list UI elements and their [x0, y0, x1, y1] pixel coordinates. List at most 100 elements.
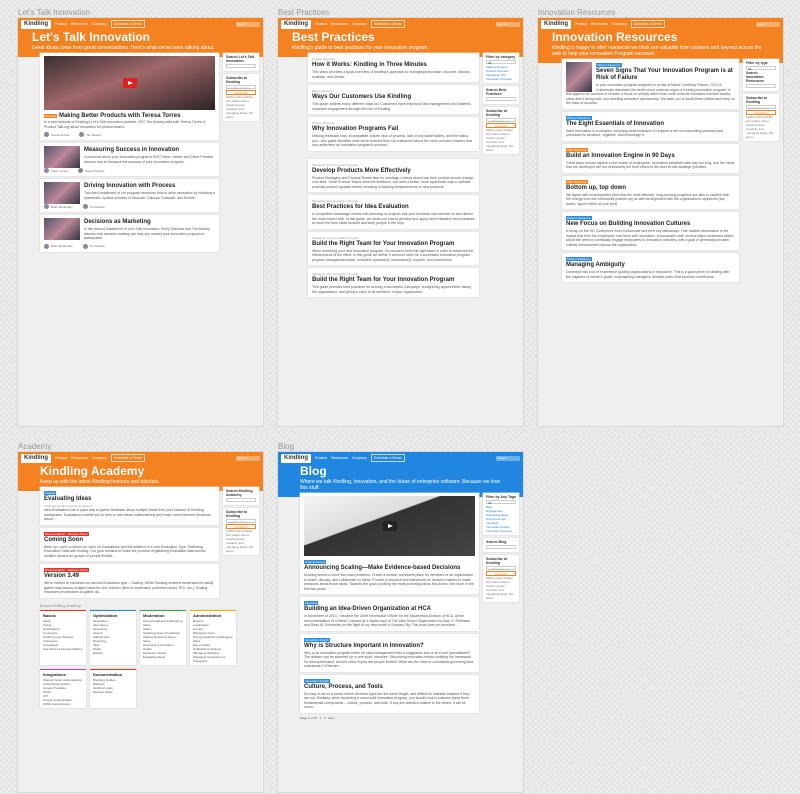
- category-link[interactable]: Giving Feedback & Managing Ideas: [193, 635, 233, 643]
- post-tag[interactable]: Web Resource: [566, 147, 588, 152]
- nav-product[interactable]: Product: [315, 22, 327, 26]
- nav-resources[interactable]: Resources: [331, 22, 348, 26]
- search-input[interactable]: [486, 97, 516, 101]
- category-link[interactable]: Giving Feedback & Managing Ideas: [143, 619, 183, 627]
- video-player[interactable]: [304, 496, 475, 556]
- schedule-demo-button[interactable]: Schedule a Demo: [370, 20, 405, 28]
- post-category[interactable]: Product Success: [312, 121, 475, 125]
- category-title[interactable]: Administration: [193, 613, 233, 618]
- play-icon[interactable]: [122, 78, 137, 88]
- category-title[interactable]: Optimization: [93, 613, 133, 618]
- kindling-logo[interactable]: Kindling: [21, 453, 51, 463]
- post-title[interactable]: Best Practices for Idea Evaluation: [312, 204, 475, 211]
- post-title[interactable]: Ways Our Customers Use Kindling: [312, 94, 475, 101]
- category-title[interactable]: Basics: [43, 613, 83, 618]
- post-title[interactable]: Coming Soon: [44, 537, 215, 544]
- nav-search-input[interactable]: Search: [236, 455, 260, 461]
- post-thumbnail[interactable]: [566, 62, 592, 92]
- category-link[interactable]: Essays: [93, 651, 133, 655]
- kindling-logo[interactable]: Kindling: [21, 19, 51, 29]
- search-input[interactable]: [226, 498, 256, 502]
- post-title[interactable]: Build the Right Team for Your Innovation…: [312, 241, 475, 248]
- category-link[interactable]: Sharing Decisions about Ideas: [143, 635, 183, 643]
- post-tag[interactable]: Partner Resource: [566, 115, 592, 120]
- kindling-logo[interactable]: Kindling: [281, 453, 311, 463]
- nav-resources[interactable]: Resources: [71, 456, 88, 460]
- author[interactable]: Tim Mosely: [79, 132, 101, 137]
- post-title[interactable]: New Focus on Building Innovation Culture…: [566, 221, 735, 228]
- nav-resources[interactable]: Resources: [591, 22, 608, 26]
- featured-post-card[interactable]: Announcement Announcing Scaling—Make Evi…: [300, 493, 479, 594]
- post-title[interactable]: Bottom up, top down: [566, 185, 735, 192]
- post-card[interactable]: Driving Innovation with Process This thi…: [40, 179, 219, 212]
- post-card[interactable]: Partner Resource New Focus on Building I…: [562, 212, 739, 250]
- post-category[interactable]: Managing Your Innovation Program: [312, 163, 475, 167]
- author[interactable]: Brian Mcdonahy: [44, 204, 73, 209]
- post-tag[interactable]: Web Resource: [566, 179, 588, 184]
- category-title[interactable]: Documentation: [93, 672, 133, 677]
- category-title[interactable]: Integrations: [43, 672, 83, 677]
- post-title[interactable]: Develop Products More Effectively: [312, 168, 475, 175]
- schedule-demo-button[interactable]: Schedule a Demo: [110, 454, 145, 462]
- search-input[interactable]: [226, 64, 256, 68]
- post-title[interactable]: Announcing Scaling—Make Evidence-based D…: [304, 565, 475, 572]
- author[interactable]: Tim Mosely: [82, 204, 105, 209]
- post-tag[interactable]: Innovation Insight: [304, 637, 330, 642]
- post-title[interactable]: The Eight Essentials of Innovation: [566, 121, 735, 128]
- post-tag[interactable]: Partner Resource: [566, 257, 592, 261]
- nav-search-input[interactable]: Search: [496, 455, 520, 461]
- author[interactable]: Karen Jones: [44, 168, 68, 173]
- author[interactable]: Teresa Torres: [44, 132, 69, 137]
- author[interactable]: Steve Prentice: [77, 168, 104, 173]
- post-tag[interactable]: Feature: [44, 491, 57, 495]
- post-thumbnail[interactable]: [44, 182, 80, 204]
- post-title[interactable]: Version 3.49: [44, 573, 215, 580]
- post-card[interactable]: Feature Evaluating Ideas What are Kindli…: [40, 487, 219, 525]
- tag-select[interactable]: All: [486, 500, 516, 505]
- author[interactable]: Brian Mcdonahy: [44, 243, 73, 249]
- post-thumbnail[interactable]: [44, 146, 80, 168]
- post-tag[interactable]: Partner Resource: [566, 216, 592, 220]
- email-field[interactable]: you@email.com: [226, 519, 256, 524]
- post-category[interactable]: Product Success: [312, 57, 475, 61]
- filter-link[interactable]: Managing Your Innovation Program: [486, 73, 516, 81]
- post-card[interactable]: Web Resource Bottom up, top down We agre…: [562, 175, 739, 209]
- search-input[interactable]: [746, 84, 776, 88]
- post-tag[interactable]: Podcast: [44, 114, 57, 118]
- post-tag[interactable]: Partner Resource: [596, 63, 622, 67]
- category-link[interactable]: Release Notes: [93, 690, 133, 694]
- email-field[interactable]: you@email.com: [486, 118, 516, 123]
- email-field[interactable]: you@email.com: [746, 105, 776, 110]
- category-link[interactable]: SAML Authentication: [43, 702, 83, 706]
- post-card[interactable]: Interview Building an Idea-Driven Organi…: [300, 597, 479, 631]
- pagination[interactable]: Page 1 of 15 · 1 · 2 · Next: [300, 716, 479, 720]
- post-title[interactable]: Build the Right Team for Your Innovation…: [312, 277, 475, 284]
- nav-company[interactable]: Company: [352, 456, 367, 460]
- post-category[interactable]: Making Success: [312, 89, 475, 93]
- post-thumbnail[interactable]: [44, 218, 80, 240]
- post-card[interactable]: Web Resource Build an Innovation Engine …: [562, 143, 739, 173]
- post-card[interactable]: Managing Your Innovation Program Develop…: [308, 158, 479, 192]
- nav-search-input[interactable]: Search: [756, 21, 780, 27]
- play-icon[interactable]: [382, 521, 397, 531]
- schedule-demo-button[interactable]: Schedule a Demo: [110, 20, 145, 28]
- post-title[interactable]: Why is Structure Important in Innovation…: [304, 643, 475, 650]
- nav-search-input[interactable]: Search: [236, 21, 260, 27]
- post-title[interactable]: Culture, Process, and Tools: [304, 684, 475, 691]
- category-select[interactable]: All: [486, 60, 516, 65]
- video-player[interactable]: [44, 56, 215, 110]
- nav-product[interactable]: Product: [55, 456, 67, 460]
- post-card[interactable]: Partner Resource The Eight Essentials of…: [562, 111, 739, 141]
- tag-link[interactable]: Innovation Program: [486, 529, 516, 533]
- category-link[interactable]: Gathering Expert Feedback: [143, 631, 183, 635]
- nav-company[interactable]: Company: [612, 22, 627, 26]
- post-card[interactable]: Innovation Insight Culture, Process, and…: [300, 674, 479, 713]
- nav-company[interactable]: Company: [92, 22, 107, 26]
- type-select[interactable]: All: [746, 66, 776, 71]
- nav-search-input[interactable]: Search: [496, 21, 520, 27]
- post-category[interactable]: Managing Your Innovation Program: [312, 236, 475, 240]
- post-card[interactable]: Partner Resource Managing Ambiguity Cime…: [562, 253, 739, 282]
- post-card[interactable]: Documentation · Release Notes Coming Soo…: [40, 527, 219, 561]
- post-card[interactable]: Managing Your Innovation Program Build t…: [308, 268, 479, 297]
- post-card[interactable]: Managing Your Innovation Program Best Pr…: [308, 195, 479, 229]
